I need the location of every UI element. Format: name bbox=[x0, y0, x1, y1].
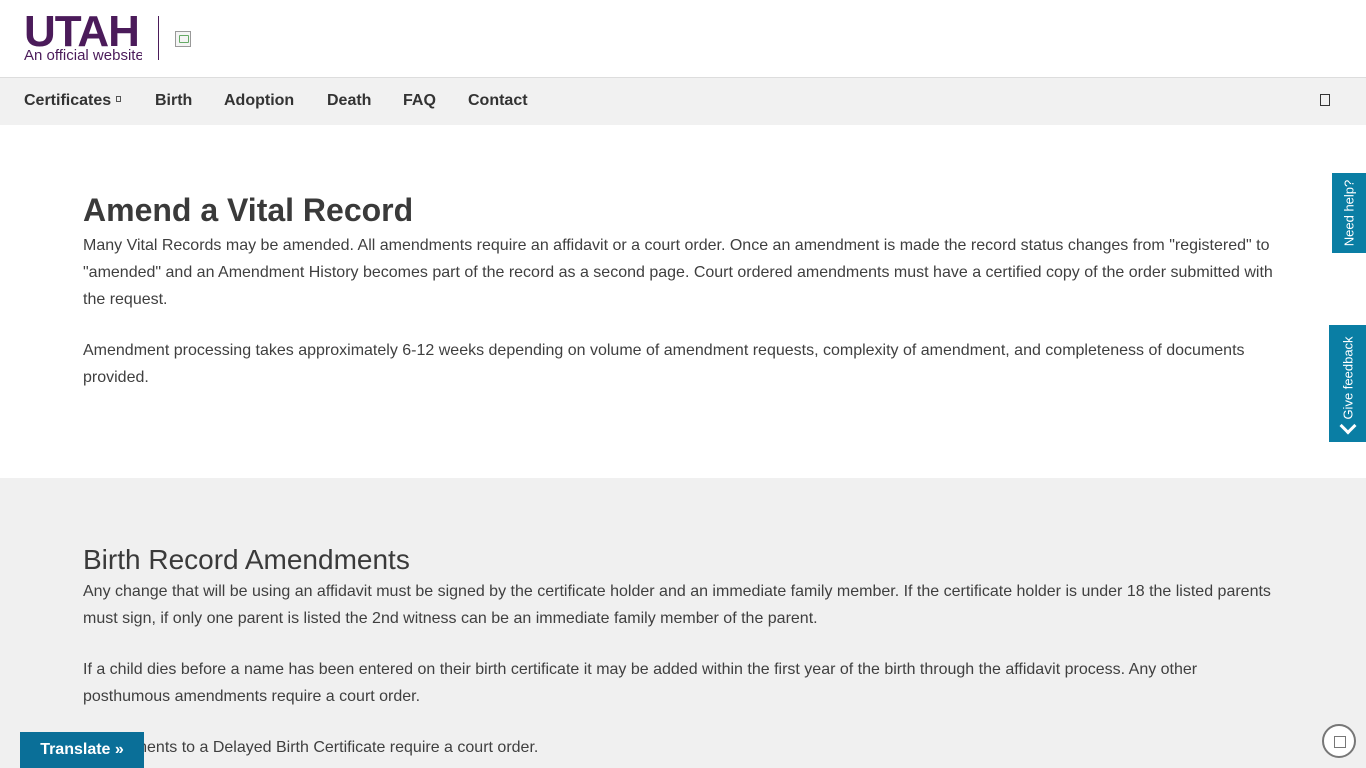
search-icon[interactable] bbox=[1320, 94, 1330, 106]
affidavit-paragraph: Any change that will be using an affidav… bbox=[83, 583, 1271, 627]
posthumous-paragraph: If a child dies before a name has been e… bbox=[83, 661, 1198, 705]
give-feedback-label: Give feedback bbox=[1340, 336, 1355, 420]
nav-item-faq[interactable]: FAQ bbox=[403, 92, 436, 110]
need-help-tab[interactable]: Need help? bbox=[1332, 173, 1366, 253]
need-help-label: Need help? bbox=[1341, 179, 1357, 247]
utah-logo[interactable]: UTAH An official website bbox=[8, 0, 142, 82]
delayed-paragraph: Amendments to a Delayed Birth Certificat… bbox=[83, 739, 539, 756]
nav-item-certificates[interactable]: Certificates bbox=[24, 92, 122, 110]
scroll-to-top-button[interactable] bbox=[1322, 724, 1356, 758]
agency-logo-image[interactable] bbox=[175, 31, 191, 47]
nav-label: Certificates bbox=[24, 92, 112, 109]
nav-item-death[interactable]: Death bbox=[327, 92, 371, 110]
birth-section: Birth Record Amendments Any change that … bbox=[0, 478, 1366, 768]
processing-paragraph: Amendment processing takes approximately… bbox=[83, 342, 1245, 386]
nav-item-contact[interactable]: Contact bbox=[468, 92, 528, 110]
main-nav: Certificates Birth Adoption Death FAQ Co… bbox=[0, 78, 1366, 125]
intro-content: Amend a Vital Record Many Vital Records … bbox=[83, 192, 1283, 391]
logo-divider bbox=[158, 16, 159, 60]
megaphone-icon bbox=[1339, 417, 1357, 435]
birth-content: Birth Record Amendments Any change that … bbox=[83, 544, 1283, 761]
chevron-down-icon bbox=[116, 96, 122, 102]
give-feedback-tab[interactable]: Give feedback bbox=[1329, 325, 1366, 442]
page-title: Amend a Vital Record bbox=[83, 192, 414, 228]
logo-subtitle: An official website bbox=[24, 48, 142, 64]
intro-section: Amend a Vital Record Many Vital Records … bbox=[0, 125, 1366, 478]
nav-item-birth[interactable]: Birth bbox=[155, 92, 192, 110]
site-header: UTAH An official website bbox=[0, 0, 1366, 82]
translate-button[interactable]: Translate » bbox=[20, 732, 144, 768]
nav-item-adoption[interactable]: Adoption bbox=[224, 92, 294, 110]
intro-paragraph: Many Vital Records may be amended. All a… bbox=[83, 237, 1273, 308]
section-title: Birth Record Amendments bbox=[83, 544, 410, 575]
